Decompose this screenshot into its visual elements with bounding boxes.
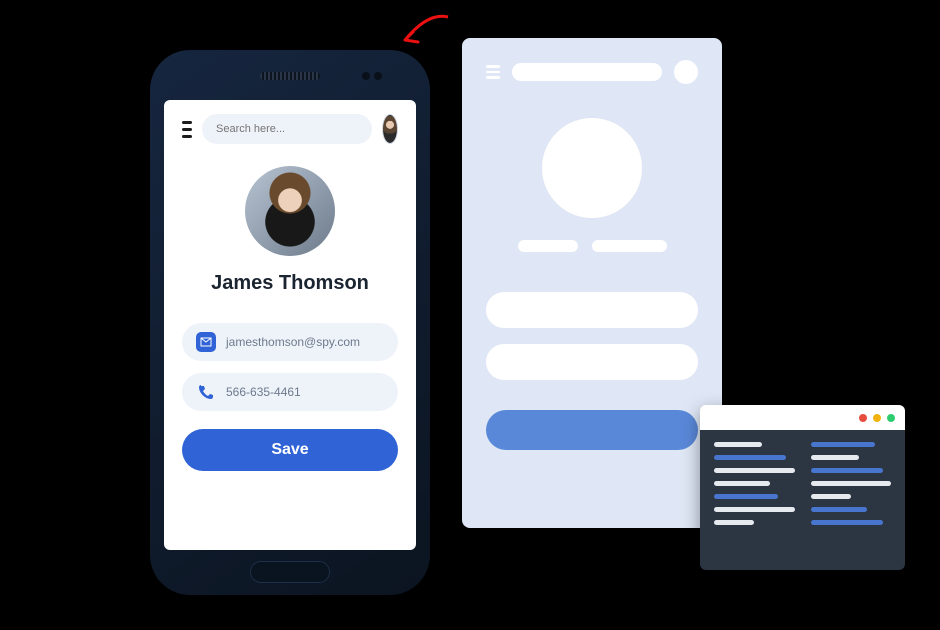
phone-home-button bbox=[250, 561, 330, 583]
traffic-light-max-icon bbox=[887, 414, 895, 422]
wireframe-avatar-large bbox=[542, 118, 642, 218]
phone-camera bbox=[362, 72, 370, 80]
profile-name: James Thomson bbox=[211, 272, 369, 295]
email-value: jamesthomson@spy.com bbox=[226, 335, 360, 349]
phone-icon bbox=[196, 382, 216, 402]
wireframe-field-1 bbox=[486, 292, 698, 328]
menu-icon[interactable] bbox=[182, 121, 192, 138]
wireframe-button bbox=[486, 410, 698, 450]
wireframe-avatar-small bbox=[674, 60, 698, 84]
search-input[interactable] bbox=[202, 114, 372, 144]
avatar-large[interactable] bbox=[245, 166, 335, 256]
code-body bbox=[700, 430, 905, 570]
wireframe-mockup bbox=[462, 38, 722, 528]
traffic-light-close-icon bbox=[859, 414, 867, 422]
phone-field[interactable]: 566-635-4461 bbox=[182, 373, 398, 411]
code-window bbox=[700, 405, 905, 570]
top-bar bbox=[182, 114, 398, 144]
avatar-small[interactable] bbox=[382, 114, 398, 144]
save-button[interactable]: Save bbox=[182, 429, 398, 471]
phone-speaker bbox=[260, 72, 320, 80]
phone-device-frame: James Thomson jamesthomson@spy.com 566-6… bbox=[150, 50, 430, 595]
phone-value: 566-635-4461 bbox=[226, 385, 301, 399]
wireframe-field-2 bbox=[486, 344, 698, 380]
email-field[interactable]: jamesthomson@spy.com bbox=[182, 323, 398, 361]
wireframe-name bbox=[486, 240, 698, 252]
traffic-light-min-icon bbox=[873, 414, 881, 422]
app-screen: James Thomson jamesthomson@spy.com 566-6… bbox=[164, 100, 416, 550]
arrow-icon bbox=[393, 12, 453, 57]
wireframe-menu-icon bbox=[486, 65, 500, 79]
code-window-titlebar bbox=[700, 405, 905, 430]
mail-icon bbox=[196, 332, 216, 352]
wireframe-search bbox=[512, 63, 662, 81]
